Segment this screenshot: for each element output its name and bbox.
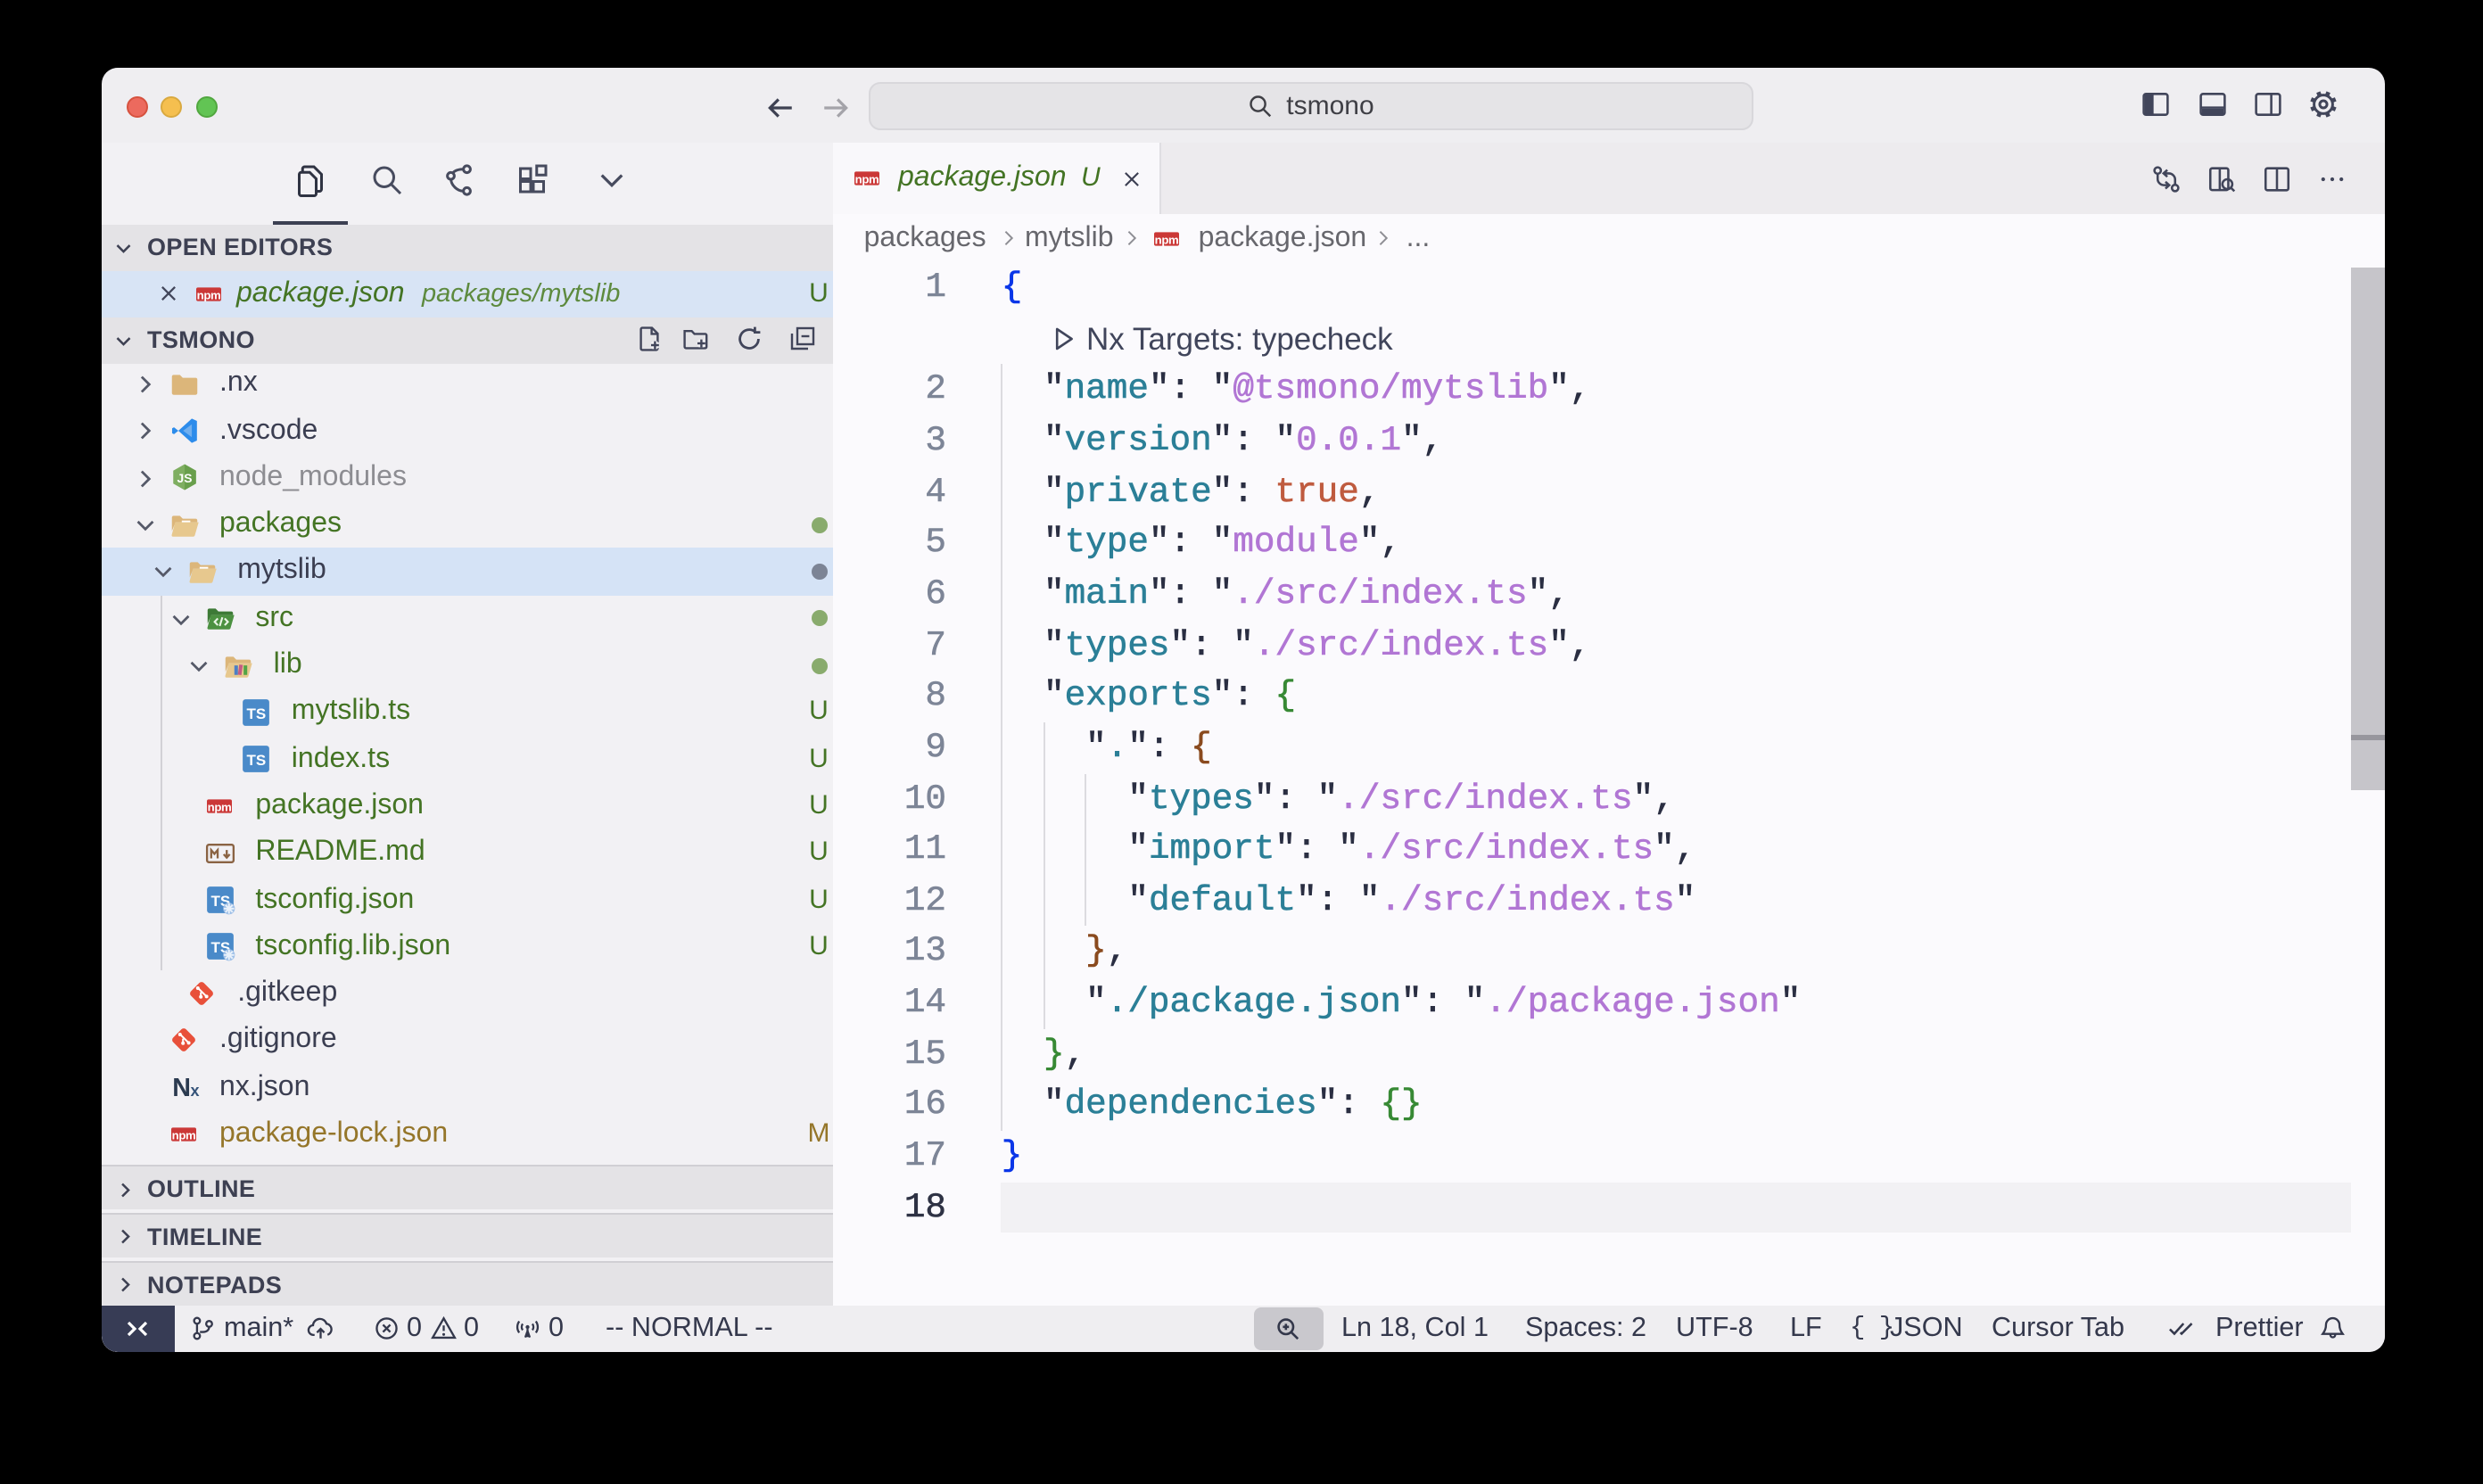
svg-text:N: N [172, 1075, 191, 1103]
svg-text:npm: npm [208, 800, 232, 813]
svg-text:TS: TS [247, 705, 267, 722]
svg-text:npm: npm [1154, 234, 1178, 247]
svg-text:TS: TS [247, 753, 267, 770]
svg-text:npm: npm [196, 288, 220, 301]
svg-text:JS: JS [177, 472, 193, 486]
svg-text:x: x [190, 1083, 199, 1101]
svg-text:npm: npm [172, 1128, 196, 1142]
svg-text:npm: npm [855, 172, 879, 186]
